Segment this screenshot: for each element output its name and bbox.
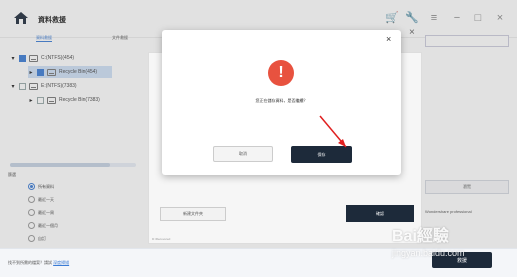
watermark: Bai經驗 jingyan.baidu.com (392, 222, 514, 262)
watermark-url: jingyan.baidu.com (392, 248, 465, 258)
app-window: 資料救援 🛒 🔧 ≡ − □ × 資料救援 文件救援 ▾ C:(NTFS)(45… (0, 0, 517, 277)
watermark-text: Bai經驗 (392, 228, 449, 245)
